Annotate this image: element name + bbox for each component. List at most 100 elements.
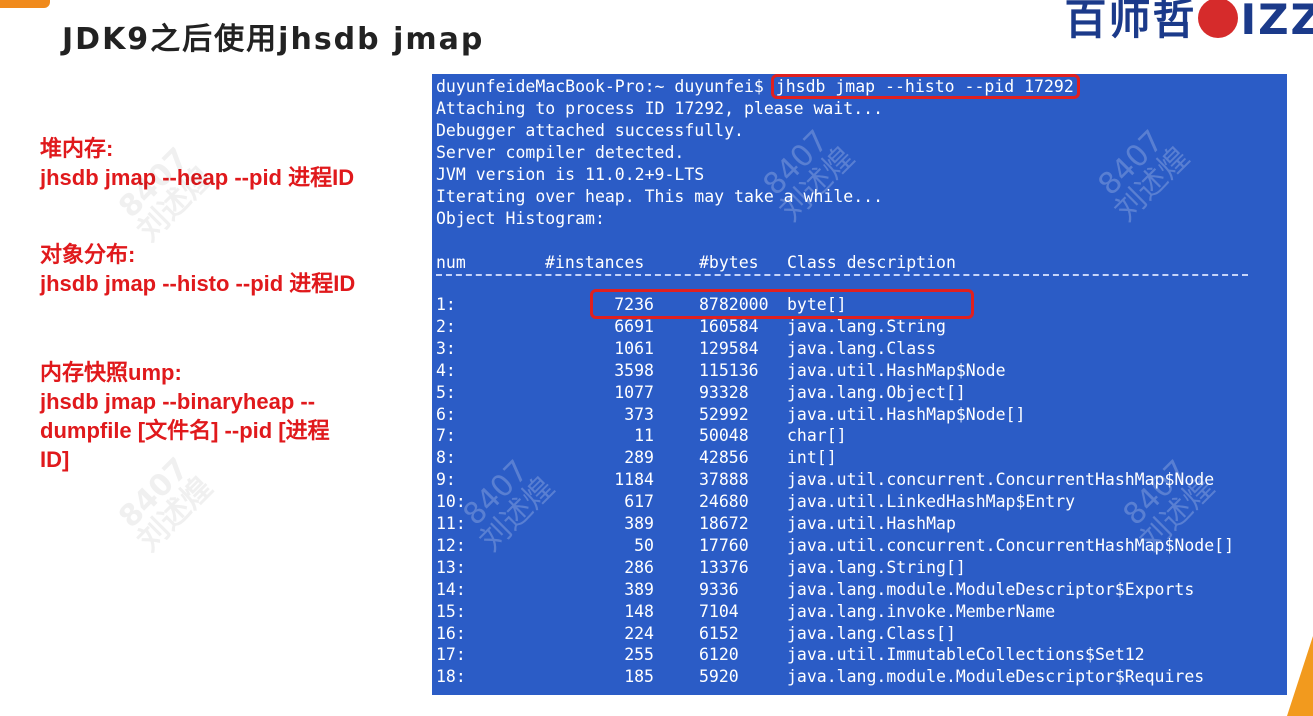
cell-cls: int[] (787, 448, 837, 468)
note-command: jhsdb jmap --heap --pid 进程ID (40, 165, 355, 190)
top-row-highlight (590, 289, 974, 319)
cell-bytes: 52992 (699, 404, 749, 424)
corner-accent (0, 0, 50, 8)
terminal-output-line: Debugger attached successfully. (436, 121, 744, 140)
slide-title: JDK9之后使用jhsdb jmap (62, 22, 485, 57)
cell-cls: java.lang.module.ModuleDescriptor$Requir… (787, 667, 1205, 687)
cell-cls: java.util.ImmutableCollections$Set12 (787, 645, 1145, 665)
cell-num: 8: (436, 448, 456, 468)
note-histo: 对象分布: jhsdb jmap --histo --pid 进程ID (40, 240, 410, 298)
cell-cls: java.lang.Class (787, 338, 937, 358)
cell-bytes: 93328 (699, 382, 749, 402)
cell-bytes: 18672 (699, 514, 749, 533)
note-command: jhsdb jmap --histo --pid 进程ID (40, 271, 356, 296)
cell-instances: 389 (624, 579, 654, 599)
cell-bytes: 6152 (699, 623, 739, 643)
cell-cls: java.util.LinkedHashMap$Entry (787, 492, 1076, 512)
cell-instances: 389 (624, 514, 654, 533)
cell-cls: char[] (787, 426, 847, 446)
cell-num: 4: (436, 360, 456, 380)
watermark: 8407 刘述煌 (1091, 123, 1197, 229)
terminal-prompt-line: duyunfeideMacBook-Pro:~ duyunfei$ jhsdb … (436, 74, 1080, 99)
cell-bytes: 42856 (699, 448, 749, 468)
cell-cls: java.lang.Class[] (787, 623, 956, 643)
cell-instances: 148 (624, 601, 654, 621)
cell-num: 14: (436, 579, 466, 599)
brand-logo: 百师哲 IZZ (1064, 0, 1313, 44)
note-heading: 内存快照ump: (40, 360, 182, 385)
cell-num: 11: (436, 514, 466, 533)
cell-instances: 11 (634, 426, 654, 446)
cell-bytes: 37888 (699, 470, 749, 490)
terminal-command: jhsdb jmap --histo --pid 17292 (770, 74, 1080, 99)
note-heap: 堆内存: jhsdb jmap --heap --pid 进程ID (40, 134, 410, 192)
cell-cls: java.lang.String (787, 316, 946, 336)
cell-instances: 185 (624, 667, 654, 687)
note-command-line: jhsdb jmap --binaryheap -- (40, 389, 316, 414)
cell-instances: 289 (624, 448, 654, 468)
cell-num: 18: (436, 667, 466, 687)
cell-num: 5: (436, 382, 456, 402)
cell-num: 2: (436, 316, 456, 336)
note-heading: 堆内存: (40, 136, 114, 161)
cell-instances: 6691 (614, 316, 654, 336)
cell-instances: 1061 (614, 338, 654, 358)
cell-num: 17: (436, 645, 466, 665)
cell-instances: 617 (624, 492, 654, 512)
watermark: 8407 刘述煌 (756, 123, 862, 229)
note-command-line: dumpfile [文件名] --pid [进程 (40, 418, 330, 443)
terminal-output-line: Attaching to process ID 17292, please wa… (436, 99, 884, 118)
terminal-screenshot: duyunfeideMacBook-Pro:~ duyunfei$ jhsdb … (432, 74, 1287, 695)
logo-c-mark (1198, 0, 1239, 38)
cell-instances: 1184 (614, 470, 654, 490)
note-command-line: ID] (40, 447, 70, 472)
cell-instances: 373 (624, 404, 654, 424)
cell-cls: java.lang.Object[] (787, 382, 966, 402)
cell-bytes: 9336 (699, 579, 739, 599)
cell-num: 6: (436, 404, 456, 424)
cell-num: 10: (436, 492, 466, 512)
cell-num: 16: (436, 623, 466, 643)
column-header-bytes: #bytes (699, 253, 759, 272)
column-header-num: num (436, 253, 466, 272)
cell-cls: java.util.HashMap$Node[] (787, 404, 1026, 424)
column-header-instances: #instances (545, 253, 645, 272)
note-dump: 内存快照ump: jhsdb jmap --binaryheap -- dump… (40, 358, 410, 474)
cell-instances: 1077 (614, 382, 654, 402)
terminal-prompt: duyunfeideMacBook-Pro:~ duyunfei$ (436, 77, 774, 96)
terminal-output-line: Iterating over heap. This may take a whi… (436, 187, 884, 206)
note-heading: 对象分布: (40, 242, 136, 267)
cell-cls: java.util.concurrent.ConcurrentHashMap$N… (787, 535, 1235, 555)
cell-cls: java.util.HashMap$Node (787, 360, 1006, 380)
cell-cls: java.lang.String[] (787, 557, 966, 577)
cell-num: 13: (436, 557, 466, 577)
cell-num: 9: (436, 470, 456, 490)
terminal-output-line: JVM version is 11.0.2+9-LTS (436, 165, 705, 184)
cell-cls: java.util.HashMap (787, 514, 956, 533)
cell-bytes: 50048 (699, 426, 749, 446)
cell-bytes: 5920 (699, 667, 739, 687)
cell-bytes: 129584 (699, 338, 759, 358)
cell-instances: 224 (624, 623, 654, 643)
cell-bytes: 24680 (699, 492, 749, 512)
cell-instances: 50 (634, 535, 654, 555)
cell-num: 12: (436, 535, 466, 555)
cell-cls: java.lang.invoke.MemberName (787, 601, 1056, 621)
cell-num: 1: (436, 295, 456, 314)
cell-instances: 3598 (614, 360, 654, 380)
cell-bytes: 115136 (699, 360, 759, 380)
cell-cls: java.util.concurrent.ConcurrentHashMap$N… (787, 470, 1215, 490)
cell-bytes: 13376 (699, 557, 749, 577)
column-header-class: Class description (787, 253, 956, 272)
cell-num: 7: (436, 426, 456, 446)
cell-bytes: 6120 (699, 645, 739, 665)
cell-instances: 286 (624, 557, 654, 577)
cell-num: 3: (436, 338, 456, 358)
cell-bytes: 160584 (699, 316, 759, 336)
header-separator (436, 274, 1248, 276)
cell-instances: 255 (624, 645, 654, 665)
logo-text-left: 百师哲 (1064, 0, 1197, 44)
cell-num: 15: (436, 601, 466, 621)
corner-accent-bottom (1287, 636, 1313, 716)
cell-bytes: 7104 (699, 601, 739, 621)
